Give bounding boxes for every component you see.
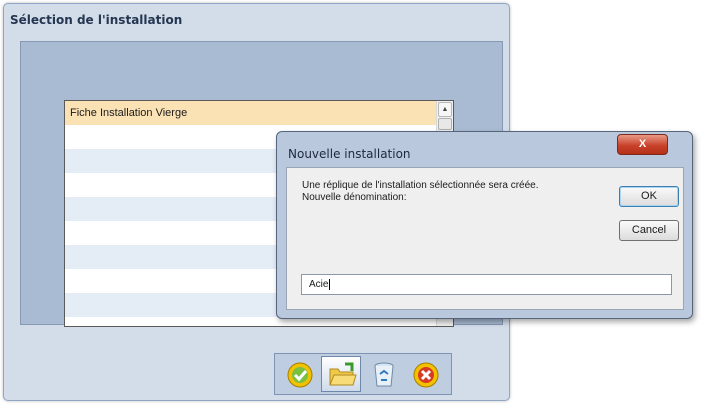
scroll-up-icon[interactable]: ▲ [438,102,452,117]
new-name-value: Acie [309,279,329,290]
dialog-message: Une réplique de l'installation sélection… [302,180,539,203]
dialog-title: Nouvelle installation [288,147,411,161]
confirm-button[interactable] [279,356,319,392]
list-item[interactable]: Fiche Installation Vierge [65,101,437,125]
check-circle-icon [287,362,313,388]
text-caret [329,278,331,290]
new-name-input[interactable]: Acie [301,274,672,295]
dialog-body: Une réplique de l'installation sélection… [286,167,684,310]
window-title: Sélection de l'installation [10,13,183,27]
new-installation-dialog: Nouvelle installation X Une réplique de … [276,131,693,319]
open-folder-icon [329,362,357,386]
scroll-thumb[interactable] [438,118,452,130]
recycle-bin-icon [374,362,394,387]
delete-button[interactable] [363,356,403,392]
cancel-dialog-button[interactable]: Cancel [619,220,679,241]
ok-button[interactable]: OK [619,186,679,207]
cancel-button[interactable] [405,356,445,392]
close-icon[interactable]: X [617,134,668,155]
cancel-circle-icon [413,362,439,388]
open-button[interactable] [321,356,361,392]
action-toolbar [274,353,452,395]
